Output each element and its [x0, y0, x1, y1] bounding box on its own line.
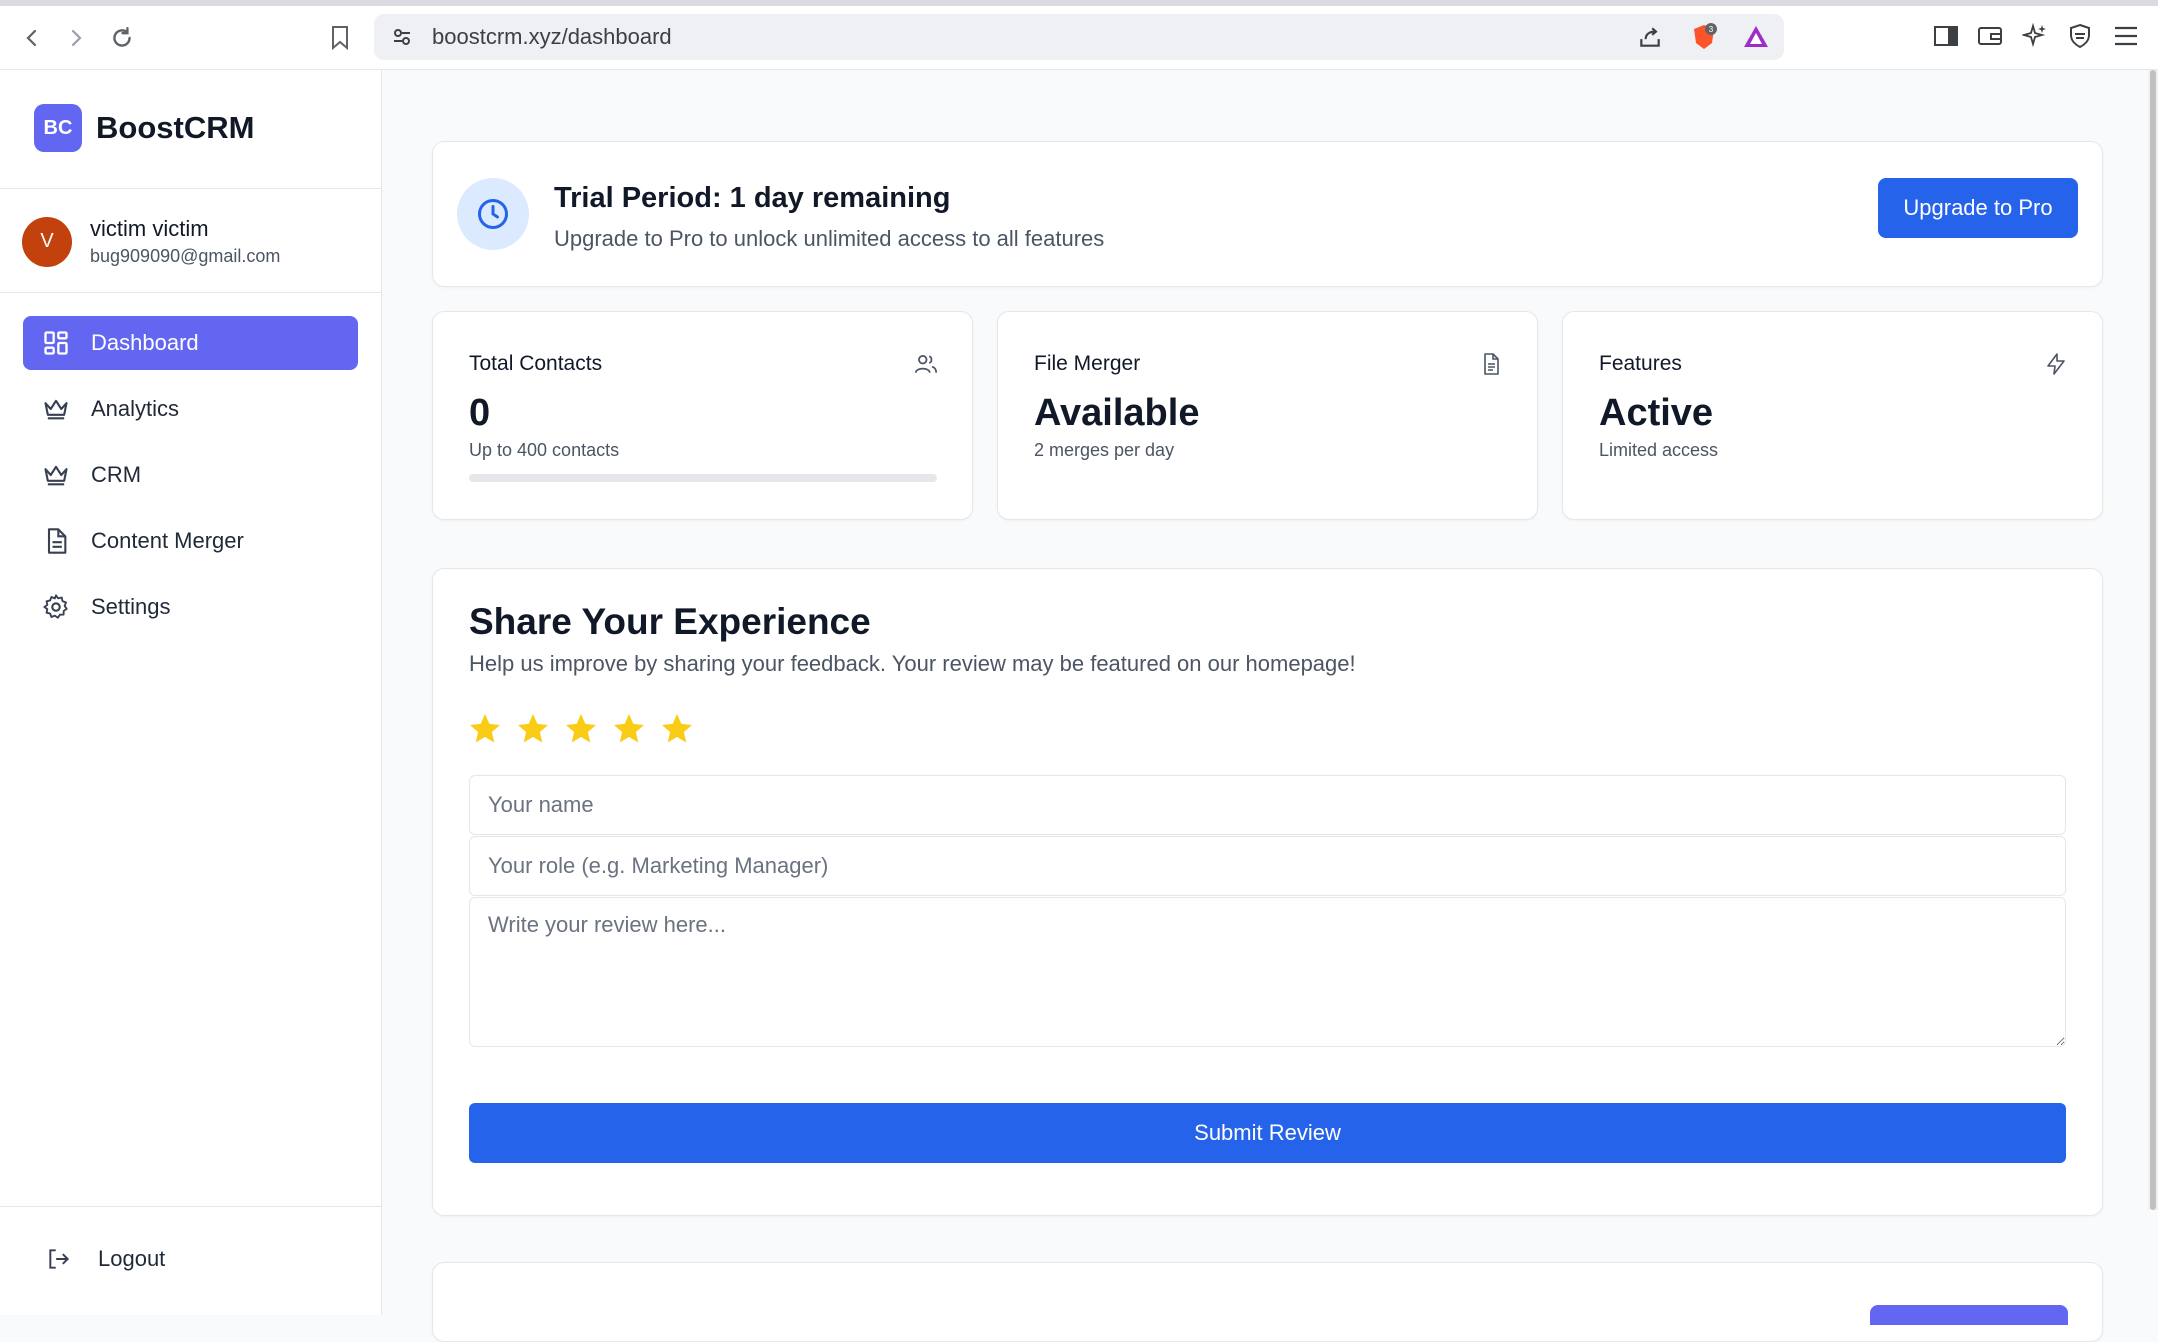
star-icon[interactable] [611, 711, 647, 747]
scrollbar[interactable] [2148, 70, 2158, 1210]
menu-icon[interactable] [2110, 20, 2142, 52]
sidebar-item-settings[interactable]: Settings [23, 580, 358, 634]
trial-title: Trial Period: 1 day remaining [554, 182, 951, 214]
url-text[interactable]: boostcrm.xyz/dashboard [432, 24, 672, 50]
name-input[interactable] [469, 775, 2066, 835]
stat-value: 0 [469, 392, 491, 434]
submit-review-button[interactable]: Submit Review [469, 1103, 2066, 1163]
star-rating[interactable] [467, 711, 707, 747]
forward-button[interactable] [58, 20, 94, 56]
sidebar-item-analytics[interactable]: Analytics [23, 382, 358, 436]
star-icon[interactable] [467, 711, 503, 747]
stat-subtitle: 2 merges per day [1034, 440, 1175, 460]
sidebar-toggle-icon[interactable] [1930, 20, 1962, 52]
user-email: bug909090@gmail.com [90, 246, 281, 266]
share-icon[interactable] [1636, 23, 1664, 51]
gear-icon [41, 592, 71, 622]
avatar: V [22, 216, 72, 267]
sidebar-item-content-merger[interactable]: Content Merger [23, 514, 358, 568]
address-bar[interactable]: boostcrm.xyz/dashboard 3 [374, 14, 1784, 60]
divider [0, 292, 382, 293]
stat-label: Total Contacts [469, 352, 603, 375]
sidebar-item-label: Settings [91, 594, 171, 619]
tab-strip [0, 0, 2158, 6]
bookmark-icon [332, 26, 348, 51]
divider [0, 1206, 382, 1207]
trial-subtitle: Upgrade to Pro to unlock unlimited acces… [554, 226, 1105, 251]
logout-icon [44, 1244, 74, 1274]
sidebar-item-label: Content Merger [91, 528, 244, 553]
star-icon[interactable] [563, 711, 599, 747]
site-settings-icon[interactable] [388, 23, 416, 51]
review-subtitle: Help us improve by sharing your feedback… [469, 651, 1356, 676]
document-icon [41, 526, 71, 556]
sidebar-item-label: Analytics [91, 396, 180, 421]
users-icon [912, 350, 940, 378]
clock-icon [457, 178, 529, 250]
sidebar-item-label: CRM [91, 462, 142, 487]
stat-label: File Merger [1034, 352, 1141, 375]
stat-card-file-merger: File Merger Available 2 merges per day [997, 311, 1538, 520]
stat-label: Features [1599, 352, 1682, 375]
star-icon[interactable] [659, 711, 695, 747]
logout-button[interactable]: Logout [44, 1244, 165, 1274]
file-icon [1477, 350, 1505, 378]
scrollbar-thumb[interactable] [2150, 70, 2156, 1210]
shields-count-badge: 3 [1709, 25, 1714, 34]
trial-banner: Trial Period: 1 day remaining Upgrade to… [432, 141, 2103, 287]
review-textarea[interactable] [469, 897, 2066, 1047]
chevron-left-icon [26, 29, 37, 47]
chevron-right-icon [71, 29, 82, 47]
sidebar-item-dashboard[interactable]: Dashboard [23, 316, 358, 370]
browser-toolbar: boostcrm.xyz/dashboard 3 [0, 0, 2158, 70]
stat-card-total-contacts: Total Contacts 0 Up to 400 contacts [432, 311, 973, 520]
user-name: victim victim [90, 216, 209, 241]
stat-subtitle: Limited access [1599, 440, 1719, 460]
crown-icon [41, 394, 71, 424]
sidebar-item-label: Dashboard [91, 330, 199, 355]
upgrade-to-pro-button[interactable]: Upgrade to Pro [1878, 178, 2078, 238]
contacts-progress-bar [469, 474, 937, 482]
stat-value: Available [1034, 392, 1200, 434]
brave-rewards-icon[interactable] [1742, 23, 1770, 51]
sidebar: BC BoostCRM V victim victim bug909090@gm… [0, 70, 382, 1315]
user-profile: V victim victim bug909090@gmail.com [22, 216, 280, 267]
brand[interactable]: BC BoostCRM [34, 104, 254, 152]
next-section-button[interactable] [1870, 1305, 2068, 1325]
divider [0, 188, 382, 189]
brand-name: BoostCRM [96, 110, 255, 145]
logout-label: Logout [98, 1246, 166, 1271]
vpn-shield-icon[interactable] [2064, 20, 2096, 52]
leo-ai-icon[interactable] [2019, 20, 2051, 52]
dashboard-grid-icon [41, 328, 71, 358]
main-content: Trial Period: 1 day remaining Upgrade to… [383, 70, 2158, 1342]
brave-shields-icon[interactable]: 3 [1690, 23, 1718, 51]
bookmark-button[interactable] [322, 20, 358, 56]
bolt-icon [2042, 350, 2070, 378]
stat-subtitle: Up to 400 contacts [469, 440, 620, 460]
sidebar-menu: Dashboard Analytics CRM Content Merger S… [23, 316, 358, 646]
next-section-card [432, 1262, 2103, 1342]
brand-logo: BC [34, 104, 82, 152]
star-icon[interactable] [515, 711, 551, 747]
back-button[interactable] [14, 20, 50, 56]
wallet-icon[interactable] [1974, 20, 2006, 52]
review-title: Share Your Experience [469, 601, 871, 642]
review-form-card: Share Your Experience Help us improve by… [432, 568, 2103, 1216]
sidebar-item-crm[interactable]: CRM [23, 448, 358, 502]
role-input[interactable] [469, 836, 2066, 896]
reload-icon [113, 27, 131, 47]
crown-icon [41, 460, 71, 490]
stat-value: Active [1599, 392, 1714, 434]
stat-card-features: Features Active Limited access [1562, 311, 2103, 520]
reload-button[interactable] [104, 20, 140, 56]
